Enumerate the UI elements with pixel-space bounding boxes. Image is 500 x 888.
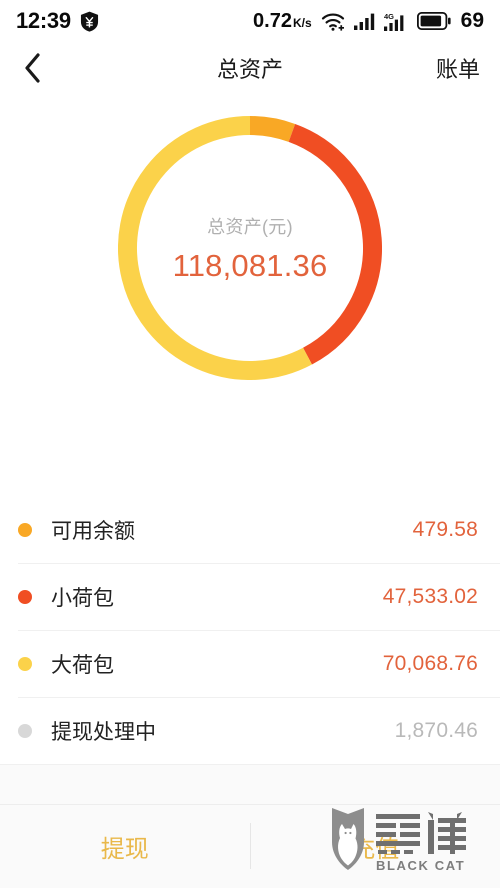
network-speed: 0.72 K/s (253, 10, 312, 33)
withdraw-button[interactable]: 提现 (0, 804, 250, 888)
status-time: 12:39 (16, 8, 71, 33)
legend-dot-available (18, 522, 32, 537)
shield-yuan-icon (80, 11, 99, 32)
section-divider (0, 764, 500, 804)
legend-dot-big-pocket (18, 656, 32, 671)
nav-bar: 总资产 账单 (0, 42, 500, 94)
status-bar-left: 12:39 (16, 8, 99, 34)
page-title: 总资产 (216, 57, 283, 82)
donut-wrap: 总资产(元) 118,081.36 (118, 116, 382, 380)
list-item-label: 大荷包 (51, 653, 114, 677)
list-item-label: 小荷包 (51, 586, 114, 610)
signal-bars-icon (353, 13, 375, 30)
back-button[interactable] (0, 42, 64, 94)
total-assets-value: 118,081.36 (172, 247, 328, 283)
network-speed-unit: K/s (292, 15, 312, 30)
list-item[interactable]: 提现处理中 1,870.46 (0, 697, 500, 764)
list-item-value: 47,533.02 (382, 584, 478, 608)
status-bar: 12:39 0.72 K/s 4G 69 (0, 0, 500, 42)
asset-donut-chart: 总资产(元) 118,081.36 (0, 94, 500, 474)
list-item[interactable]: 可用余额 479.58 (0, 496, 500, 563)
wifi-icon (321, 12, 345, 31)
list-item-value: 1,870.46 (394, 718, 478, 742)
recharge-button[interactable]: 充值 (251, 804, 500, 888)
list-item-value: 479.58 (412, 517, 478, 541)
signal-4g-bars-icon: 4G (383, 12, 408, 31)
list-item-value: 70,068.76 (382, 651, 478, 675)
list-item-label: 提现处理中 (51, 720, 156, 744)
battery-icon (416, 12, 451, 30)
list-item[interactable]: 小荷包 47,533.02 (0, 563, 500, 630)
legend-dot-small-pocket (18, 589, 32, 604)
bills-button[interactable]: 账单 (436, 52, 500, 84)
status-bar-right: 0.72 K/s 4G 69 (253, 9, 484, 33)
svg-text:4G: 4G (384, 12, 394, 21)
list-item[interactable]: 大荷包 70,068.76 (0, 630, 500, 697)
total-assets-screen: 12:39 0.72 K/s 4G 69 总资产 账单 总资产(元) 118,0… (0, 0, 500, 888)
donut-center-text: 总资产(元) 118,081.36 (118, 116, 382, 380)
total-assets-label: 总资产(元) (207, 216, 293, 237)
list-item-label: 可用余额 (51, 519, 135, 543)
chevron-left-icon (24, 53, 41, 83)
battery-level: 69 (460, 9, 484, 32)
asset-breakdown-list: 可用余额 479.58 小荷包 47,533.02 大荷包 70,068.76 … (0, 496, 500, 764)
network-speed-value: 0.72 (253, 9, 292, 32)
bottom-action-bar: 提现 充值 (0, 804, 500, 888)
legend-dot-processing (18, 723, 32, 738)
